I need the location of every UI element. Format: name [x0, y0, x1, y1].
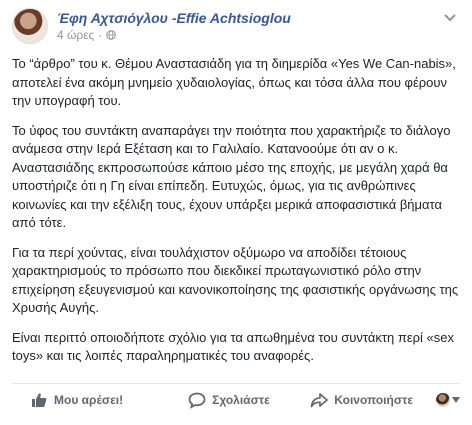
post-as-selector[interactable] — [436, 393, 461, 407]
user-avatar-small — [436, 393, 451, 407]
post-header: Έφη Αχτσιόγλου -Effie Achtsioglou 4 ώρες… — [12, 8, 291, 44]
meta-separator: · — [98, 28, 103, 42]
share-arrow-icon — [310, 393, 329, 408]
globe-icon[interactable] — [106, 30, 117, 40]
post-paragraph: Το “άρθρο” του κ. Θέμου Αναστασιάδη για … — [12, 56, 456, 108]
post-body: Το “άρθρο” του κ. Θέμου Αναστασιάδη για … — [12, 55, 460, 377]
author-avatar[interactable] — [12, 8, 48, 44]
post-paragraph: Το ύφος του συντάκτη αναπαράγει την ποιό… — [12, 122, 451, 231]
share-label: Κοινοποιήστε — [334, 393, 414, 407]
comment-label: Σχολιάστε — [212, 393, 270, 407]
facebook-post: Έφη Αχτσιόγλου -Effie Achtsioglou 4 ώρες… — [0, 0, 472, 425]
author-name[interactable]: Έφη Αχτσιόγλου -Effie Achtsioglou — [57, 9, 291, 27]
post-paragraph: Είναι περιττό οποιοδήποτε σχόλιο για τα … — [12, 329, 454, 364]
post-timestamp[interactable]: 4 ώρες — [57, 27, 94, 43]
caret-down-icon — [452, 397, 461, 403]
chevron-down-icon[interactable] — [444, 14, 456, 22]
post-meta: Έφη Αχτσιόγλου -Effie Achtsioglou 4 ώρες… — [57, 9, 291, 43]
comment-button[interactable]: Σχολιάστε — [163, 391, 296, 409]
post-timestamp-row: 4 ώρες · — [57, 27, 291, 43]
like-label: Μου αρέσει! — [54, 393, 124, 407]
like-button[interactable]: Μου αρέσει! — [12, 391, 163, 409]
share-button[interactable]: Κοινοποιήστε — [295, 391, 428, 409]
comment-bubble-icon — [188, 392, 206, 409]
thumbs-up-icon — [32, 393, 47, 407]
post-paragraph: Για τα περί χούντας, είναι τουλάχιστον ο… — [12, 244, 459, 316]
post-actions: Μου αρέσει! Σχολιάστε Κοινοποιήστε — [12, 385, 461, 415]
action-divider — [12, 383, 460, 384]
